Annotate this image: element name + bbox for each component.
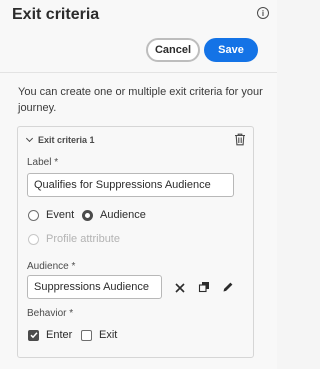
chevron-down-icon: [25, 134, 34, 143]
info-icon[interactable]: i: [257, 7, 269, 19]
checkbox-enter-box: [28, 329, 39, 341]
label-field-label: Label *: [27, 157, 59, 168]
audience-field-label: Audience *: [27, 261, 76, 272]
description-text: You can create one or multiple exit crit…: [18, 86, 263, 114]
radio-audience-indicator: [82, 209, 93, 221]
checkbox-exit[interactable]: Exit: [81, 329, 117, 341]
checkbox-exit-box: [81, 329, 92, 341]
pencil-icon[interactable]: [222, 281, 234, 293]
criteria-header-toggle[interactable]: Exit criteria 1: [25, 134, 95, 145]
radio-profile-attribute[interactable]: Profile attribute: [28, 233, 120, 245]
criteria-heading: Exit criteria 1: [38, 135, 95, 145]
checkmark-icon: [29, 332, 38, 339]
header-divider: [0, 72, 277, 73]
save-button[interactable]: Save: [204, 38, 258, 62]
radio-event-indicator: [28, 209, 39, 221]
cancel-button[interactable]: Cancel: [146, 38, 200, 62]
copy-icon[interactable]: [198, 281, 210, 293]
trash-icon[interactable]: [234, 133, 246, 146]
radio-profile-attribute-indicator: [28, 233, 39, 245]
panel-title: Exit criteria: [12, 6, 100, 23]
checkbox-exit-label: Exit: [99, 329, 118, 341]
exit-criteria-panel: Exit criteria i Cancel Save You can crea…: [0, 0, 277, 369]
radio-event-label: Event: [46, 209, 75, 221]
radio-profile-attribute-label: Profile attribute: [46, 233, 120, 245]
radio-audience[interactable]: Audience: [82, 209, 146, 221]
exit-criteria-card: Exit criteria 1 Label * Qualifies for Su…: [17, 126, 254, 358]
audience-input[interactable]: Suppressions Audience: [27, 275, 162, 299]
label-input[interactable]: Qualifies for Suppressions Audience: [27, 173, 234, 197]
close-icon[interactable]: [174, 282, 186, 294]
checkbox-enter[interactable]: Enter: [28, 329, 72, 341]
behavior-field-label: Behavior *: [27, 308, 74, 319]
radio-event[interactable]: Event: [28, 209, 74, 221]
radio-audience-label: Audience: [100, 209, 146, 221]
checkbox-enter-label: Enter: [46, 329, 73, 341]
